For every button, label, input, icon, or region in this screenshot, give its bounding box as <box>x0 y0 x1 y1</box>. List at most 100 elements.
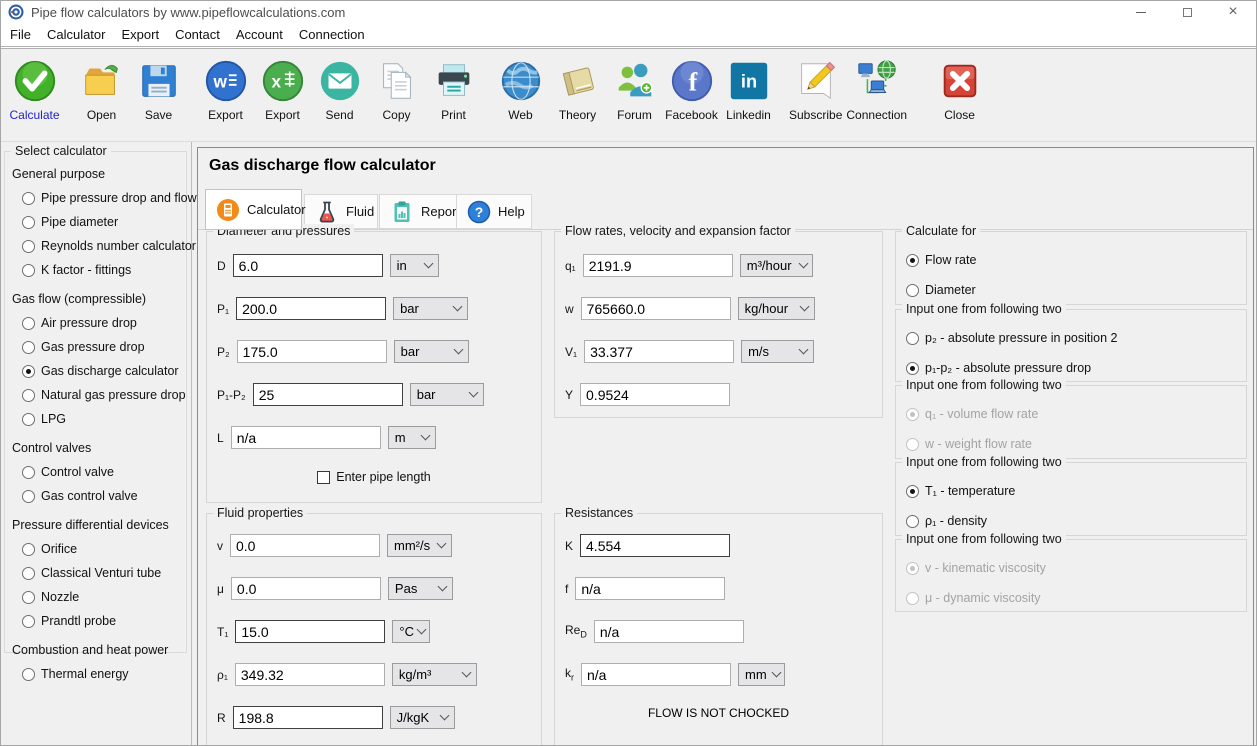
p1-unit-select[interactable]: bar <box>393 297 468 320</box>
y-input[interactable] <box>580 383 730 406</box>
toolbar-export-word[interactable]: w Export <box>197 58 254 122</box>
send-mail-icon <box>317 58 363 104</box>
p1-p2-input[interactable] <box>253 383 403 406</box>
minimize-button[interactable] <box>1118 1 1164 23</box>
v1-input[interactable] <box>584 340 734 363</box>
sidebar-item-gas-control-valve[interactable]: Gas control valve <box>22 489 186 503</box>
d-input[interactable] <box>233 254 383 277</box>
sidebar-item-thermal-energy[interactable]: Thermal energy <box>22 667 186 681</box>
radio-icon <box>22 413 35 426</box>
toolbar-copy[interactable]: Copy <box>368 58 425 122</box>
menu-file[interactable]: File <box>2 24 39 45</box>
maximize-button[interactable] <box>1164 1 1210 23</box>
v1-unit-select[interactable]: m/s <box>741 340 814 363</box>
nu-input[interactable] <box>230 534 380 557</box>
sidebar-item-k-factor-fittings[interactable]: K factor - fittings <box>22 263 186 277</box>
tab-help[interactable]: ? Help <box>456 194 532 229</box>
menu-contact[interactable]: Contact <box>167 24 228 45</box>
sidebar-item-pipe-diameter[interactable]: Pipe diameter <box>22 215 186 229</box>
tab-report[interactable]: Report <box>379 194 457 229</box>
sidebar-group-label: Control valves <box>12 441 186 455</box>
title-bar: Pipe flow calculators by www.pipeflowcal… <box>1 1 1256 23</box>
t1-input[interactable] <box>235 620 385 643</box>
toolbar-theory[interactable]: Theory <box>549 58 606 122</box>
field-row-q1: q₁ m³/hour <box>565 254 882 277</box>
menu-connection[interactable]: Connection <box>291 24 373 45</box>
tab-calculator[interactable]: Calculator <box>205 189 302 230</box>
toolbar-connection[interactable]: Connection <box>844 58 909 122</box>
r-input[interactable] <box>233 706 383 729</box>
toolbar-web[interactable]: Web <box>492 58 549 122</box>
w-unit-select[interactable]: kg/hour <box>738 297 815 320</box>
mu-unit-select[interactable]: Pas <box>388 577 453 600</box>
d-unit-select[interactable]: in <box>390 254 439 277</box>
field-row-kr: kr mm <box>565 663 882 686</box>
toolbar-close[interactable]: Close <box>931 58 988 122</box>
rho1-unit-select[interactable]: kg/m³ <box>392 663 477 686</box>
toolbar-forum[interactable]: Forum <box>606 58 663 122</box>
input-pressure-group: Input one from following two p₂ - absolu… <box>895 309 1247 382</box>
sidebar-item-gas-pressure-drop[interactable]: Gas pressure drop <box>22 340 186 354</box>
w-input[interactable] <box>581 297 731 320</box>
sidebar-item-pipe-pressure-drop-and-flow-rate[interactable]: Pipe pressure drop and flow rate <box>22 191 186 205</box>
menu-bar: File Calculator Export Contact Account C… <box>1 23 1256 46</box>
t1-unit-select[interactable]: °C <box>392 620 430 643</box>
radio-p2-option[interactable]: p₂ - absolute pressure in position 2 <box>906 331 1246 345</box>
toolbar-save[interactable]: Save <box>130 58 187 122</box>
q1-input[interactable] <box>583 254 733 277</box>
red-input[interactable] <box>594 620 744 643</box>
mu-input[interactable] <box>231 577 381 600</box>
toolbar-print[interactable]: Print <box>425 58 482 122</box>
menu-calculator[interactable]: Calculator <box>39 24 114 45</box>
radio-rho1-option[interactable]: ρ₁ - density <box>906 514 1246 528</box>
radio-diameter[interactable]: Diameter <box>906 283 1246 297</box>
kr-input[interactable] <box>581 663 731 686</box>
sidebar-item-gas-discharge-calculator[interactable]: Gas discharge calculator <box>22 364 186 378</box>
close-window-button[interactable]: × <box>1210 1 1256 23</box>
rho1-input[interactable] <box>235 663 385 686</box>
toolbar-subscribe[interactable]: Subscribe <box>787 58 844 122</box>
r-unit-select[interactable]: J/kgK <box>390 706 455 729</box>
enter-pipe-length-option[interactable]: Enter pipe length <box>207 470 541 484</box>
sidebar-item-nozzle[interactable]: Nozzle <box>22 590 186 604</box>
toolbar-send[interactable]: Send <box>311 58 368 122</box>
toolbar-calculate[interactable]: Calculate <box>6 58 63 122</box>
input-temperature-group: Input one from following two T₁ - temper… <box>895 462 1247 536</box>
nu-unit-select[interactable]: mm²/s <box>387 534 452 557</box>
radio-flow-rate[interactable]: Flow rate <box>906 253 1246 267</box>
radio-t1-option[interactable]: T₁ - temperature <box>906 484 1246 498</box>
p1-p2-unit-select[interactable]: bar <box>410 383 484 406</box>
radio-p1-p2-option[interactable]: p₁-p₂ - absolute pressure drop <box>906 361 1246 375</box>
sidebar-item-orifice[interactable]: Orifice <box>22 542 186 556</box>
radio-icon <box>22 567 35 580</box>
sidebar-item-classical-venturi-tube[interactable]: Classical Venturi tube <box>22 566 186 580</box>
field-row-p1-p2: P₁-P₂ bar <box>217 383 541 406</box>
sidebar-item-natural-gas-pressure-drop[interactable]: Natural gas pressure drop <box>22 388 186 402</box>
p1-input[interactable] <box>236 297 386 320</box>
radio-icon <box>22 615 35 628</box>
sidebar-item-air-pressure-drop[interactable]: Air pressure drop <box>22 316 186 330</box>
field-row-f: f <box>565 577 882 600</box>
l-unit-select[interactable]: m <box>388 426 436 449</box>
l-input[interactable] <box>231 426 381 449</box>
q1-unit-select[interactable]: m³/hour <box>740 254 813 277</box>
p2-input[interactable] <box>237 340 387 363</box>
sidebar-item-control-valve[interactable]: Control valve <box>22 465 186 479</box>
kr-unit-select[interactable]: mm <box>738 663 785 686</box>
menu-export[interactable]: Export <box>113 24 167 45</box>
sidebar-item-prandtl-probe[interactable]: Prandtl probe <box>22 614 186 628</box>
menu-account[interactable]: Account <box>228 24 291 45</box>
toolbar-open[interactable]: Open <box>73 58 130 122</box>
toolbar-export-excel[interactable]: x Export <box>254 58 311 122</box>
sidebar-group-label: Pressure differential devices <box>12 518 186 532</box>
toolbar: Calculate Open Save w <box>1 49 1256 142</box>
p2-unit-select[interactable]: bar <box>394 340 469 363</box>
sidebar-item-reynolds-number-calculator[interactable]: Reynolds number calculator <box>22 239 186 253</box>
f-input[interactable] <box>575 577 725 600</box>
facebook-icon: f <box>669 58 715 104</box>
toolbar-facebook[interactable]: f Facebook <box>663 58 720 122</box>
toolbar-linkedin[interactable]: in Linkedin <box>720 58 777 122</box>
field-row-red: ReD <box>565 620 882 643</box>
k-input[interactable] <box>580 534 730 557</box>
sidebar-item-lpg[interactable]: LPG <box>22 412 186 426</box>
